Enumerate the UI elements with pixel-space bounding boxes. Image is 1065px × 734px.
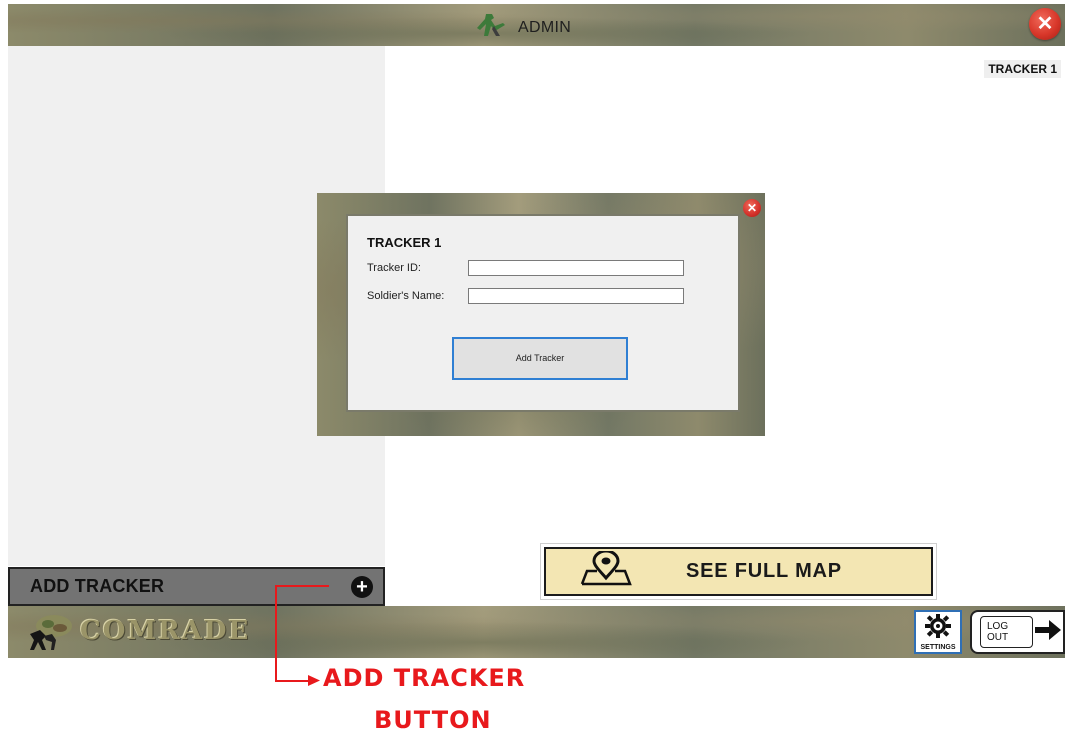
soldiers-logo-icon	[24, 612, 74, 657]
add-tracker-button[interactable]: +	[351, 576, 373, 598]
annotation-arrow-icon	[308, 675, 320, 686]
logout-arrow-icon	[1033, 617, 1063, 648]
dialog-heading: TRACKER 1	[367, 235, 442, 250]
soldier-name-label: Soldier's Name:	[367, 290, 445, 302]
dialog-close-button[interactable]: ✕	[743, 199, 761, 217]
map-button-inner: SEE FULL MAP	[544, 547, 933, 596]
logout-label: LOG OUT	[980, 616, 1033, 648]
brand-logo: COMRADE	[80, 616, 251, 646]
close-icon: ✕	[746, 201, 758, 215]
settings-label: SETTINGS	[920, 643, 956, 651]
add-tracker-dialog: ✕ TRACKER 1 Tracker ID: Soldier's Name: …	[317, 193, 765, 436]
map-button-label: SEE FULL MAP	[686, 560, 842, 582]
top-bar: ADMIN ✕	[8, 4, 1065, 46]
tracker-id-label: Tracker ID:	[367, 262, 421, 274]
settings-button[interactable]: SETTINGS	[914, 610, 962, 654]
annotation-line-top	[275, 585, 329, 587]
page-title: ADMIN	[518, 18, 572, 36]
logout-button[interactable]: LOG OUT	[970, 610, 1065, 654]
add-tracker-bar[interactable]: ADD TRACKER +	[8, 567, 385, 606]
tracker-label[interactable]: TRACKER 1	[984, 60, 1061, 78]
annotation-line-bottom	[275, 680, 311, 682]
see-full-map-button[interactable]: SEE FULL MAP	[540, 543, 937, 600]
close-app-button[interactable]: ✕	[1029, 8, 1061, 40]
plus-circle-icon: +	[356, 576, 368, 598]
title-wrap: ADMIN	[474, 12, 571, 43]
map-pin-icon	[574, 549, 638, 592]
add-tracker-submit-button[interactable]: Add Tracker	[452, 337, 628, 380]
soldier-name-field[interactable]	[468, 288, 684, 304]
dialog-panel: TRACKER 1 Tracker ID: Soldier's Name: Ad…	[346, 214, 740, 412]
soldier-icon	[474, 12, 508, 43]
annotation-label-line1: ADD TRACKER	[323, 664, 526, 692]
tracker-id-field[interactable]	[468, 260, 684, 276]
gear-icon	[925, 613, 951, 643]
annotation-label-line2: BUTTON	[374, 706, 492, 734]
close-icon: ✕	[1036, 13, 1054, 35]
add-tracker-label: ADD TRACKER	[30, 576, 165, 596]
annotation-line-vertical	[275, 585, 277, 680]
bottom-bar: COMRADE SETTINGS LOG OUT	[8, 606, 1065, 658]
